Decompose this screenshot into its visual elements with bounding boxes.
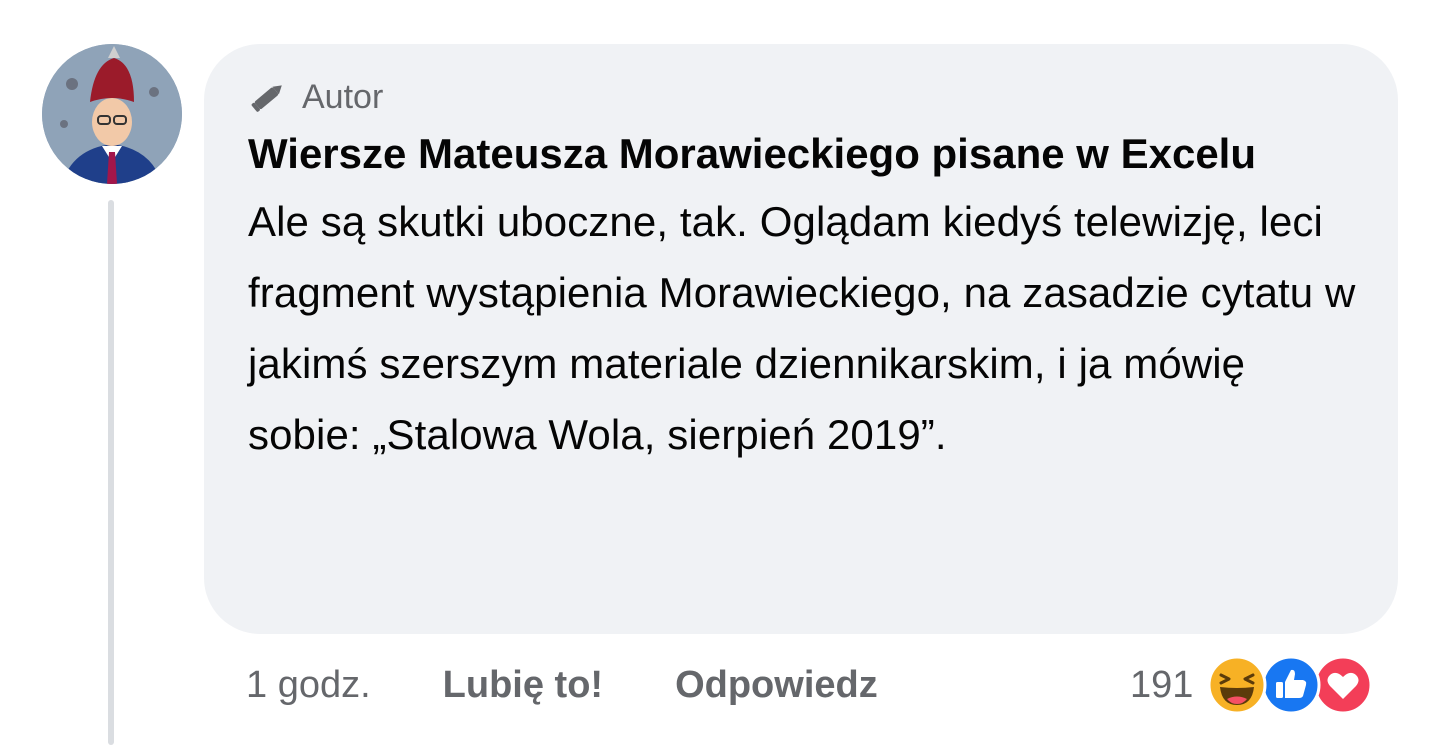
- comment-bubble: Autor Wiersze Mateusza Morawieckiego pis…: [204, 44, 1398, 634]
- author-badge: Autor: [248, 76, 1358, 118]
- like-button[interactable]: Lubię to!: [443, 664, 603, 707]
- author-badge-label: Autor: [302, 77, 384, 116]
- thread-line: [108, 200, 114, 745]
- avatar[interactable]: [42, 44, 182, 184]
- comment-actions: 1 godz. Lubię to! Odpowiedz: [246, 650, 950, 720]
- reaction-icons: [1207, 655, 1373, 715]
- haha-icon: [1207, 655, 1267, 715]
- timestamp[interactable]: 1 godz.: [246, 664, 371, 707]
- reply-button[interactable]: Odpowiedz: [675, 664, 878, 707]
- reaction-count: 191: [1130, 663, 1194, 706]
- comment: Autor Wiersze Mateusza Morawieckiego pis…: [0, 0, 1440, 745]
- comment-text: Ale są skutki uboczne, tak. Oglądam kied…: [248, 198, 1356, 458]
- love-icon: [1313, 655, 1373, 715]
- author-name[interactable]: Wiersze Mateusza Morawieckiego pisane w …: [248, 124, 1328, 184]
- pencil-icon: [248, 77, 288, 117]
- like-icon: [1261, 655, 1321, 715]
- reactions-summary[interactable]: 191: [1130, 650, 1373, 720]
